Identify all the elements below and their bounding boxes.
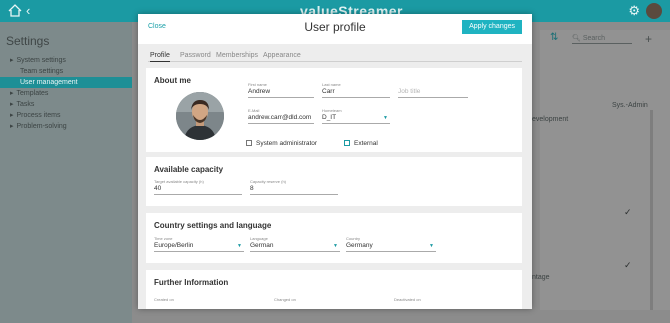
sidebar-item-label: Process items <box>16 112 61 119</box>
home-icon[interactable] <box>8 4 22 17</box>
sidebar-item-label: Problem-solving <box>16 123 67 130</box>
capacity-heading: Available capacity <box>154 165 224 174</box>
language-field[interactable]: Language German ▼ <box>250 236 340 252</box>
country-heading: Country settings and language <box>154 221 272 230</box>
add-user-icon[interactable]: + <box>645 32 652 46</box>
settings-title: Settings <box>6 34 50 48</box>
target-capacity-field[interactable]: Target available capacity (h) 40 <box>154 179 242 195</box>
sidebar-item-system-settings[interactable]: ▸ System settings <box>0 55 132 66</box>
sidebar-item-tasks[interactable]: ▸ Tasks <box>0 99 132 110</box>
external-checkbox[interactable]: External <box>344 140 378 147</box>
capacity-card: Available capacity Target available capa… <box>146 157 522 206</box>
about-me-heading: About me <box>154 76 191 85</box>
further-info-heading: Further Information <box>154 278 229 287</box>
changed-on-label: Changed on <box>274 297 296 302</box>
capacity-reserve-input[interactable]: 8 <box>250 184 338 195</box>
sidebar-item-problem-solving[interactable]: ▸ Problem-solving <box>0 121 132 132</box>
sysadmin-checkbox[interactable]: System administrator <box>246 140 317 147</box>
sort-icon[interactable]: ⇅ <box>550 32 558 43</box>
chevron-down-icon: ▼ <box>237 243 242 249</box>
target-capacity-input[interactable]: 40 <box>154 184 242 195</box>
chevron-right-icon[interactable]: ▸ <box>10 101 14 108</box>
country-field[interactable]: Country Germany ▼ <box>346 236 436 252</box>
modal-header: Close User profile Apply changes <box>138 14 532 44</box>
chevron-right-icon[interactable]: ▸ <box>10 112 14 119</box>
sidebar-item-label: User management <box>20 79 78 86</box>
sidebar-item-label: Templates <box>16 90 49 97</box>
tab-profile[interactable]: Profile <box>150 52 170 62</box>
changed-on-field: Changed on <box>274 297 354 302</box>
user-profile-modal: Close User profile Apply changes Profile… <box>138 14 532 309</box>
settings-sidebar: Settings ▸ System settings Team settings Us… <box>0 22 132 323</box>
check-icon: ✓ <box>624 260 632 270</box>
capacity-reserve-field[interactable]: Capacity reserve (h) 8 <box>250 179 338 195</box>
sidebar-item-label: Tasks <box>16 101 35 108</box>
sidebar-item-process-items[interactable]: ▸ Process items <box>0 110 132 121</box>
first-name-field[interactable]: First name Andrew <box>248 82 314 98</box>
job-title-field[interactable]: Job title <box>398 82 468 98</box>
gear-icon[interactable]: ⚙ <box>628 3 640 19</box>
email-field[interactable]: E-Mail andrew.carr@dld.com <box>248 108 314 124</box>
deactivated-on-label: Deactivated on <box>394 297 421 302</box>
profile-tabs: Profile Password Memberships Appearance <box>148 49 522 62</box>
chevron-down-icon: ▼ <box>383 115 388 121</box>
chevron-right-icon[interactable]: ▸ <box>10 57 14 64</box>
apply-changes-button[interactable]: Apply changes <box>462 20 522 34</box>
user-avatar-small[interactable] <box>646 3 662 19</box>
sidebar-item-label: Team settings <box>20 68 64 75</box>
hometeam-field[interactable]: Hometeam D_IT ▼ <box>322 108 390 124</box>
first-name-input[interactable]: Andrew <box>248 87 314 98</box>
email-input[interactable]: andrew.carr@dld.com <box>248 113 314 124</box>
timezone-select[interactable]: Europe/Berlin ▼ <box>154 241 244 252</box>
sidebar-item-label: System settings <box>16 57 66 64</box>
avatar[interactable] <box>176 92 224 140</box>
chevron-right-icon[interactable]: ▸ <box>10 90 14 97</box>
checkbox-icon[interactable] <box>246 140 252 147</box>
background-scrollbar[interactable] <box>650 110 653 310</box>
last-name-field[interactable]: Last name Carr <box>322 82 390 98</box>
country-select[interactable]: Germany ▼ <box>346 241 436 252</box>
check-icon: ✓ <box>624 207 632 217</box>
created-on-label: Created on <box>154 297 174 302</box>
deactivated-on-field: Deactivated on <box>394 297 474 302</box>
further-info-card: Further Information Created on Changed o… <box>146 270 522 309</box>
chevron-right-icon[interactable]: ▸ <box>10 123 14 130</box>
chevron-down-icon: ▼ <box>429 243 434 249</box>
background-search-input[interactable]: 🔍︎ Search <box>572 34 632 44</box>
sidebar-list: ▸ System settings Team settings User manage… <box>0 55 132 132</box>
sidebar-item-templates[interactable]: ▸ Templates <box>0 88 132 99</box>
tab-password[interactable]: Password <box>180 52 211 59</box>
sidebar-item-user-management[interactable]: User management <box>0 77 132 88</box>
tab-memberships[interactable]: Memberships <box>216 52 258 59</box>
hometeam-select[interactable]: D_IT ▼ <box>322 113 390 124</box>
language-select[interactable]: German ▼ <box>250 241 340 252</box>
about-me-card: About me First name Andrew Last name Car… <box>146 68 522 152</box>
background-cell-text: ntage <box>532 274 550 281</box>
last-name-input[interactable]: Carr <box>322 87 390 98</box>
back-arrow-icon[interactable]: ‹ <box>26 3 30 18</box>
background-cell-text: evelopment <box>532 116 569 123</box>
tab-appearance[interactable]: Appearance <box>263 52 301 59</box>
job-title-input[interactable]: Job title <box>398 87 468 98</box>
column-header-sysadmin: Sys.-Admin <box>612 102 648 109</box>
created-on-field: Created on <box>154 297 234 302</box>
sidebar-item-team-settings[interactable]: Team settings <box>0 66 132 77</box>
chevron-down-icon: ▼ <box>333 243 338 249</box>
timezone-field[interactable]: Time zone Europe/Berlin ▼ <box>154 236 244 252</box>
checkbox-icon[interactable] <box>344 140 350 147</box>
country-card: Country settings and language Time zone … <box>146 213 522 263</box>
